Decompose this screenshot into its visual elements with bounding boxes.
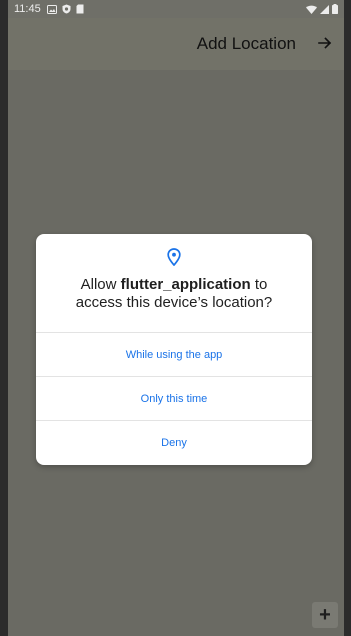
app-screen: 11:45 Add Location + Allow flutter_appli… bbox=[8, 0, 344, 636]
image-icon bbox=[46, 4, 57, 14]
notification-icons bbox=[46, 4, 84, 14]
page-title: Add Location bbox=[196, 34, 296, 53]
dialog-header: Allow flutter_application to access this… bbox=[36, 234, 312, 332]
status-left: 11:45 bbox=[14, 3, 84, 15]
status-bar: 11:45 bbox=[8, 0, 344, 18]
add-icon: + bbox=[319, 603, 331, 626]
arrow-right-icon[interactable] bbox=[318, 35, 332, 53]
status-right bbox=[306, 4, 338, 14]
wifi-icon bbox=[306, 5, 317, 14]
app-bar: Add Location bbox=[8, 18, 344, 70]
add-button[interactable]: + bbox=[312, 602, 338, 628]
location-permission-dialog: Allow flutter_application to access this… bbox=[36, 234, 312, 465]
dialog-title-suffix: to bbox=[250, 276, 268, 293]
status-time: 11:45 bbox=[14, 3, 41, 15]
dialog-title-line-2: access this device’s location? bbox=[75, 294, 273, 311]
battery-icon bbox=[332, 4, 338, 14]
while-using-app-button[interactable]: While using the app bbox=[36, 332, 312, 376]
signal-icon bbox=[320, 4, 329, 14]
dialog-title-prefix: Allow bbox=[80, 276, 121, 293]
deny-button[interactable]: Deny bbox=[36, 420, 312, 465]
sd-card-icon bbox=[76, 4, 84, 14]
device-frame: 11:45 Add Location + Allow flutter_appli… bbox=[0, 0, 351, 636]
dialog-app-name: flutter_application bbox=[120, 276, 251, 293]
only-this-time-button[interactable]: Only this time bbox=[36, 376, 312, 420]
shield-icon bbox=[62, 4, 71, 14]
dialog-title: Allow flutter_application to access this… bbox=[60, 276, 289, 312]
location-pin-icon bbox=[167, 248, 181, 266]
